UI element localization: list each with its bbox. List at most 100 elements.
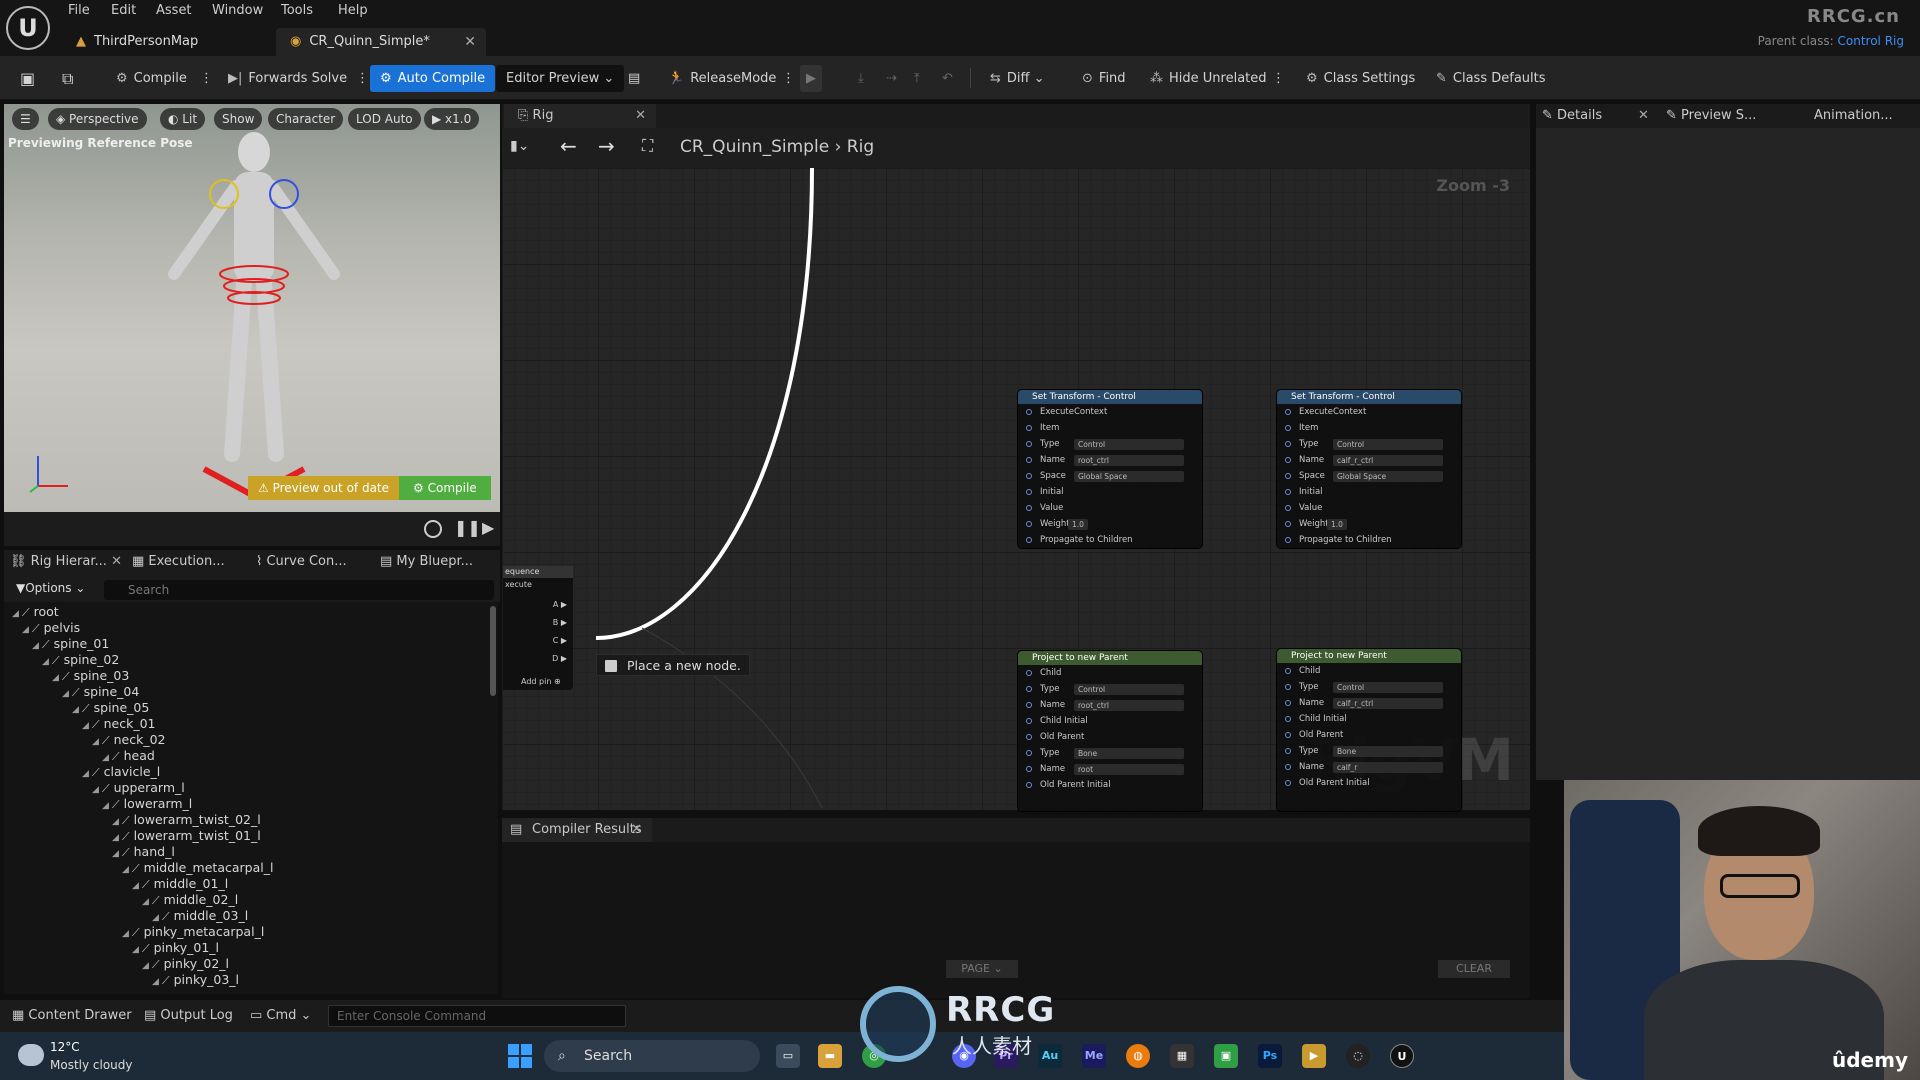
pin-value-field[interactable]: calf_r_ctrl [1333,698,1443,709]
weather-cloud-icon[interactable] [18,1044,44,1066]
pin-value-field[interactable]: Bone [1074,748,1184,759]
pin-icon[interactable] [1026,718,1032,724]
node-pin-row[interactable]: Type Control [1277,679,1461,695]
pin-icon[interactable] [1285,732,1291,738]
pin-icon[interactable] [1285,780,1291,786]
pin-icon[interactable] [1026,521,1032,527]
pin-icon[interactable] [1026,425,1032,431]
sequence-node[interactable]: equence xecute A ▶ B ▶ C ▶ D ▶ Add pin ⊕ [503,566,573,690]
hierarchy-item[interactable]: ◢ ⟋ middle_metacarpal_l [122,860,273,876]
parent-class-link[interactable]: Control Rig [1838,34,1904,48]
expand-arrow-icon[interactable]: ◢ [112,849,119,859]
viewport-menu-icon[interactable]: ☰ [12,108,39,130]
node-pin-row[interactable]: Name calf_r_ctrl [1277,695,1461,711]
node-pin-row[interactable]: Type Bone [1277,743,1461,759]
pin-icon[interactable] [1285,716,1291,722]
pin-icon[interactable] [1285,473,1291,479]
pin-value-field[interactable]: Control [1074,439,1184,450]
pin-icon[interactable] [1026,537,1032,543]
pin-value-field[interactable]: Bone [1333,746,1443,757]
expand-arrow-icon[interactable]: ◢ [152,977,159,987]
close-icon[interactable]: ✕ [1638,108,1649,123]
hierarchy-item[interactable]: ◢ ⟋ lowerarm_l [102,796,192,812]
expand-arrow-icon[interactable]: ◢ [82,769,89,779]
hierarchy-item[interactable]: ◢ ⟋ hand_l [112,844,175,860]
pin-icon[interactable] [1285,700,1291,706]
pin-icon[interactable] [1026,734,1032,740]
close-icon[interactable]: ✕ [631,818,642,842]
pin-icon[interactable] [1026,441,1032,447]
menu-tools[interactable]: Tools [281,3,313,18]
node-pin-row[interactable]: Item [1277,420,1461,436]
sequence-pin[interactable]: D ▶ [552,654,567,663]
preview-viewport[interactable]: ☰ ◈ Perspective ◐ Lit Show Character LOD… [4,104,500,512]
class-defaults-button[interactable]: ✎ Class Defaults [1430,65,1552,92]
weather-temperature[interactable]: 12°C [50,1040,80,1054]
node-pin-row[interactable]: Item [1018,420,1202,436]
node-pin-row[interactable]: Type Control [1018,681,1202,697]
expand-arrow-icon[interactable]: ◢ [32,641,39,651]
node-pin-row[interactable]: Name root_ctrl [1018,452,1202,468]
pause-icon[interactable]: ❚❚ [454,518,481,537]
tab-preview-settings[interactable]: ✎ Preview S... [1666,108,1756,123]
tab-third-person-map[interactable]: ▲ ThirdPersonMap [62,28,272,56]
auto-compile-button[interactable]: ⚙ Auto Compile [370,65,496,92]
pin-value-field[interactable]: Control [1333,682,1443,693]
step-over-icon[interactable]: ⇢ [880,65,903,92]
task-view-icon[interactable]: ▭ [776,1044,800,1068]
hierarchy-item[interactable]: ◢ ⟋ pinky_metacarpal_l [122,924,264,940]
record-icon[interactable] [424,520,442,538]
page-dropdown[interactable]: PAGE ⌄ [946,960,1018,978]
tab-execution-stack[interactable]: ▦ Execution... [132,554,225,569]
hierarchy-item[interactable]: ◢ ⟋ neck_02 [92,732,166,748]
taskbar-search[interactable]: ⌕ Search [544,1040,760,1072]
expand-arrow-icon[interactable]: ◢ [22,625,29,635]
forwards-solve-button[interactable]: ▶| Forwards Solve [222,65,353,92]
pin-icon[interactable] [1026,489,1032,495]
node-pin-row[interactable]: Child [1277,663,1461,679]
node-pin-row[interactable]: Old Parent [1277,727,1461,743]
node-pin-row[interactable]: Weight 1.0 [1277,516,1461,532]
node-pin-row[interactable]: Weight 1.0 [1018,516,1202,532]
windows-start-icon[interactable] [508,1044,532,1068]
breadcrumb-graph[interactable]: Rig [847,137,874,157]
pin-value-field[interactable]: root [1074,764,1184,775]
node-pin-row[interactable]: Type Control [1018,436,1202,452]
play-icon[interactable]: ▶ [482,518,494,537]
file-explorer-icon[interactable]: ▬ [818,1044,842,1068]
node-pin-row[interactable]: Name calf_r_ctrl [1277,452,1461,468]
hierarchy-item[interactable]: ◢ ⟋ head [102,748,155,764]
pin-icon[interactable] [1285,521,1291,527]
expand-arrow-icon[interactable]: ◢ [102,753,109,763]
pin-icon[interactable] [1285,425,1291,431]
tab-animation[interactable]: Animation... [1814,108,1893,123]
expand-arrow-icon[interactable]: ◢ [72,705,79,715]
pin-value-field[interactable]: Control [1333,439,1443,450]
pin-icon[interactable] [1026,457,1032,463]
step-into-icon[interactable]: ⤓ [852,65,870,92]
expand-arrow-icon[interactable]: ◢ [122,929,129,939]
expand-arrow-icon[interactable]: ◢ [112,833,119,843]
video-player-icon[interactable]: ▶ [1302,1044,1326,1068]
compile-button[interactable]: ⚙ Compile [110,65,193,92]
hierarchy-item[interactable]: ◢ ⟋ spine_01 [32,636,109,652]
node-pin-row[interactable]: Value [1018,500,1202,516]
pin-icon[interactable] [1285,684,1291,690]
pin-icon[interactable] [1026,686,1032,692]
weather-description[interactable]: Mostly cloudy [50,1058,133,1072]
diff-button[interactable]: ⇆ Diff ⌄ [984,65,1051,92]
expand-arrow-icon[interactable]: ◢ [132,945,139,955]
pin-value-field[interactable]: root_ctrl [1074,455,1184,466]
node-pin-row[interactable]: Child Initial [1277,711,1461,727]
hierarchy-scrollbar[interactable] [490,606,496,696]
expand-arrow-icon[interactable]: ◢ [92,737,99,747]
node-pin-row[interactable]: Value [1277,500,1461,516]
expand-arrow-icon[interactable]: ◢ [12,609,19,619]
close-icon[interactable]: ✕ [464,28,476,56]
hierarchy-item[interactable]: ◢ ⟋ pinky_02_l [142,956,229,972]
unreal-engine-icon[interactable]: U [1390,1044,1414,1068]
pin-value-field[interactable]: root_ctrl [1074,700,1184,711]
tab-curve-container[interactable]: ⌇ Curve Con... [256,554,347,569]
browse-icon[interactable]: ⧉ [56,65,79,92]
hierarchy-item[interactable]: ◢ ⟋ middle_02_l [142,892,238,908]
